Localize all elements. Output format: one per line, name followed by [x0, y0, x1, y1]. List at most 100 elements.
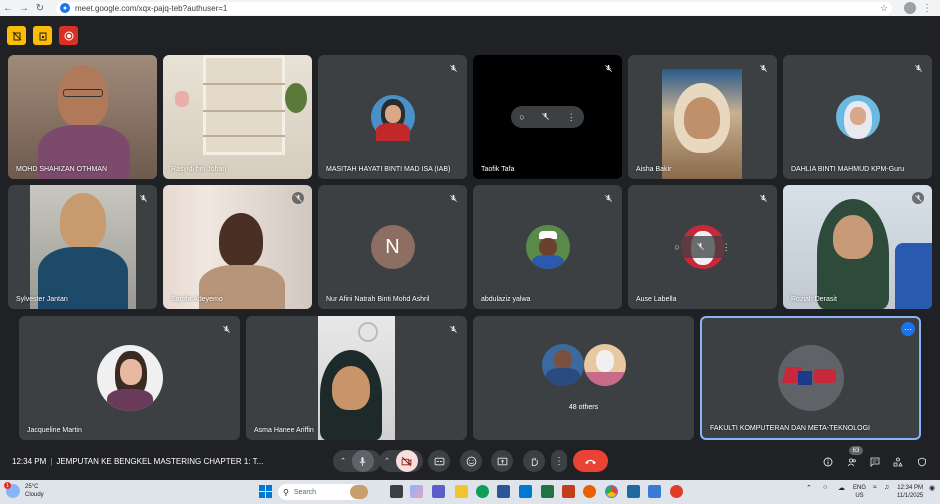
separator: | [50, 457, 53, 466]
participant-tile[interactable]: Jacqueline Martin [19, 316, 240, 440]
reload-icon[interactable]: ↻ [32, 0, 48, 16]
more-options-icon[interactable]: ⋮ [567, 112, 576, 123]
copilot-icon[interactable] [410, 485, 423, 498]
muted-mic-icon [292, 192, 304, 204]
participant-avatar [542, 344, 584, 386]
language-indicator[interactable]: ENG US [853, 484, 866, 500]
powerpoint-icon[interactable] [562, 485, 575, 498]
word-icon[interactable] [497, 485, 510, 498]
weather-description: Cloudy [25, 492, 44, 498]
muted-mic-icon [757, 62, 769, 74]
back-icon[interactable]: ← [0, 0, 16, 16]
raise-hand-button[interactable] [523, 450, 545, 472]
outlook-icon[interactable] [519, 485, 532, 498]
participant-tile[interactable]: ○ ⋮ Taofik Tafa [473, 55, 622, 179]
audio-options-chevron-icon[interactable]: ⌃ [340, 457, 346, 465]
taskbar-search[interactable]: ⚲ Search [278, 484, 368, 500]
teams-icon[interactable] [432, 485, 445, 498]
lock-meeting-icon[interactable] [33, 26, 52, 45]
profile-avatar[interactable] [904, 2, 916, 14]
edge-browser-icon[interactable] [476, 485, 489, 498]
chrome-icon[interactable] [605, 485, 618, 498]
forward-icon[interactable]: → [16, 0, 32, 16]
address-bar[interactable]: ● meet.google.com/xqx-pajq-teb?authuser=… [56, 1, 892, 15]
people-icon[interactable] [845, 455, 859, 469]
notifications-icon[interactable]: ◉ [929, 484, 935, 492]
participant-name: abdulaziz yalwa [481, 296, 531, 303]
more-options-icon[interactable]: ⋯ [901, 322, 915, 336]
mute-participant-icon[interactable] [541, 108, 550, 126]
meeting-details-icon[interactable] [821, 455, 835, 469]
video-feed [163, 55, 312, 179]
participant-tile-active[interactable]: ⋯ FAKULTI KOMPUTERAN DAN META-TEKNOLOGI [700, 316, 921, 440]
file-explorer-icon[interactable] [455, 485, 468, 498]
more-options-button[interactable]: ⋮ [551, 450, 567, 472]
chat-icon[interactable] [868, 455, 882, 469]
participant-avatar [835, 95, 880, 139]
participant-tile[interactable]: ○ ⋮ Ause Labella [628, 185, 777, 309]
security-icon[interactable]: ○ [823, 484, 827, 491]
windows-start-icon[interactable] [259, 485, 272, 498]
weather-widget[interactable]: 1 25°C Cloudy [4, 482, 44, 499]
firefox-icon[interactable] [583, 485, 596, 498]
volume-icon[interactable]: ♫ [884, 484, 889, 491]
participant-count-badge: 63 [849, 446, 863, 455]
muted-mic-icon [602, 62, 614, 74]
show-hidden-icons-icon[interactable]: ⌃ [806, 484, 812, 492]
reactions-button[interactable] [460, 450, 482, 472]
captions-button[interactable] [428, 450, 450, 472]
recording-icon[interactable] [59, 26, 78, 45]
browser-toolbar: ← → ↻ ● meet.google.com/xqx-pajq-teb?aut… [0, 0, 940, 16]
more-options-icon[interactable]: ⋮ [722, 242, 731, 253]
muted-mic-icon [447, 192, 459, 204]
activities-icon[interactable] [891, 455, 905, 469]
weather-temperature: 25°C [25, 484, 39, 490]
participant-tile[interactable]: MOHD SHAHIZAN OTHMAN [8, 55, 157, 179]
participant-name: MOHD SHAHIZAN OTHMAN [16, 166, 107, 173]
participant-name: Asma Hanee Ariffin [254, 427, 314, 434]
video-feed [163, 185, 312, 309]
participant-tile[interactable]: Sarafa Adeyemo [163, 185, 312, 309]
microphone-button[interactable] [351, 450, 374, 472]
present-screen-button[interactable] [491, 450, 513, 472]
no-notes-icon[interactable] [7, 26, 26, 45]
participant-tile[interactable]: Aisha Bakir [628, 55, 777, 179]
others-tile[interactable]: 48 others [473, 316, 694, 440]
participant-tile[interactable]: DAHLIA BINTI MAHMUD KPM-Guru [783, 55, 932, 179]
video-feed [30, 185, 136, 309]
pin-icon[interactable]: ○ [519, 112, 524, 122]
end-call-icon [585, 459, 596, 464]
pin-icon[interactable]: ○ [674, 242, 679, 252]
excel-icon[interactable] [541, 485, 554, 498]
muted-mic-icon [137, 192, 149, 204]
camera-off-icon [402, 456, 412, 466]
participant-tile[interactable]: MASITAH HAYATI BINTI MAD ISA (IAB) [318, 55, 467, 179]
app-icon[interactable] [627, 485, 640, 498]
bookmark-star-icon[interactable]: ☆ [880, 3, 888, 14]
leave-call-button[interactable] [573, 450, 608, 472]
clock-time: 12:34 PM [897, 485, 923, 491]
participant-tile[interactable]: Asma Hanee Ariffin [246, 316, 467, 440]
participant-tile[interactable]: Rasyidi bin Johari [163, 55, 312, 179]
meeting-toolbar: 12:34 PM | JEMPUTAN KE BENGKEL MASTERING C… [0, 444, 940, 480]
camera-off-button[interactable] [395, 450, 418, 472]
system-clock[interactable]: 12:34 PM 11/1/2025 [897, 484, 923, 500]
brave-icon[interactable] [670, 485, 683, 498]
app-icon[interactable] [648, 485, 661, 498]
participant-name: FAKULTI KOMPUTERAN DAN META-TEKNOLOGI [710, 425, 870, 432]
video-options-chevron-icon[interactable]: ⌃ [384, 457, 390, 465]
cloud-icon[interactable]: ☁ [838, 484, 845, 492]
participant-tile[interactable]: Sylvester Jantan [8, 185, 157, 309]
mute-participant-icon[interactable] [696, 238, 705, 256]
meeting-title: JEMPUTAN KE BENGKEL MASTERING CHAPTER 1:… [56, 457, 264, 466]
host-controls-icon[interactable] [915, 455, 929, 469]
wifi-icon[interactable]: ≈ [873, 484, 877, 491]
task-view-icon[interactable] [390, 485, 403, 498]
search-icon: ⚲ [283, 487, 289, 497]
participant-tile[interactable]: Roziah Derasit [783, 185, 932, 309]
site-info-icon[interactable]: ● [60, 3, 70, 13]
clock-date: 11/1/2025 [897, 493, 924, 499]
browser-menu-icon[interactable]: ⋮ [922, 3, 932, 14]
participant-tile[interactable]: abdulaziz yalwa [473, 185, 622, 309]
participant-tile[interactable]: N Nur Afini Natrah Binti Mohd Ashril [318, 185, 467, 309]
